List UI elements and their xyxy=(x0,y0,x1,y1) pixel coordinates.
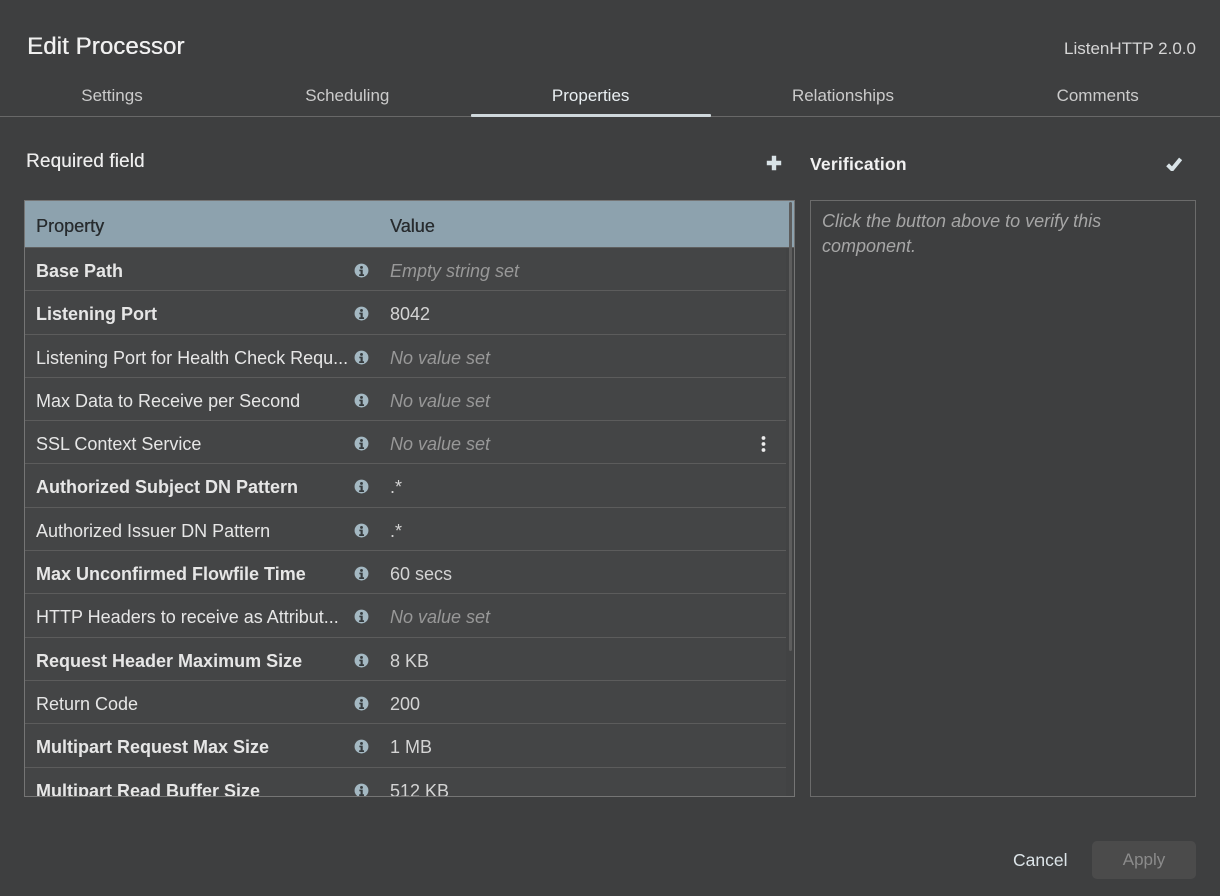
check-icon xyxy=(1166,157,1182,171)
property-name: Base Path xyxy=(36,250,354,293)
property-column-header[interactable]: Property xyxy=(36,203,104,250)
tab-comments[interactable]: Comments xyxy=(975,75,1220,116)
property-value[interactable]: No value set xyxy=(390,337,756,380)
property-name: Authorized Issuer DN Pattern xyxy=(36,510,354,553)
property-row: Authorized Subject DN Pattern .* xyxy=(25,464,786,507)
property-name: Multipart Request Max Size xyxy=(36,726,354,769)
property-value[interactable]: .* xyxy=(390,466,756,509)
info-icon[interactable] xyxy=(354,306,369,321)
info-icon[interactable] xyxy=(354,263,369,278)
property-row: Authorized Issuer DN Pattern .* xyxy=(25,508,786,551)
property-row: Listening Port for Health Check Requ... … xyxy=(25,335,786,378)
property-row: Max Data to Receive per Second No value … xyxy=(25,378,786,421)
property-row: Base Path Empty string set xyxy=(25,248,786,291)
property-name: Max Data to Receive per Second xyxy=(36,380,354,423)
property-table: Property Value Base Path Empty string se… xyxy=(24,200,795,797)
property-row: Multipart Read Buffer Size 512 KB xyxy=(25,768,786,797)
property-value[interactable]: 60 secs xyxy=(390,553,756,596)
property-row: HTTP Headers to receive as Attribut... N… xyxy=(25,594,786,637)
info-icon[interactable] xyxy=(354,609,369,624)
table-scrollbar-thumb[interactable] xyxy=(789,202,792,651)
processor-type-version: ListenHTTP 2.0.0 xyxy=(1064,39,1196,59)
verify-component-button[interactable] xyxy=(1166,157,1182,171)
property-value[interactable]: .* xyxy=(390,510,756,553)
dialog-title: Edit Processor xyxy=(27,33,184,61)
property-name: Listening Port xyxy=(36,293,354,336)
dialog-tabs: Settings Scheduling Properties Relations… xyxy=(0,75,1220,117)
property-row: Return Code 200 xyxy=(25,681,786,724)
tab-relationships-label: Relationships xyxy=(792,86,894,106)
property-value[interactable]: No value set xyxy=(390,380,756,423)
property-table-body: Base Path Empty string set Listening Por… xyxy=(25,248,786,796)
info-icon[interactable] xyxy=(354,523,369,538)
value-column-header[interactable]: Value xyxy=(390,203,435,250)
property-value[interactable]: 8 KB xyxy=(390,640,756,683)
verification-hint: Click the button above to verify this co… xyxy=(822,209,1162,258)
property-table-header: Property Value xyxy=(25,201,794,248)
info-icon[interactable] xyxy=(354,653,369,668)
tab-comments-label: Comments xyxy=(1057,86,1139,106)
info-icon[interactable] xyxy=(354,696,369,711)
property-name: Authorized Subject DN Pattern xyxy=(36,466,354,509)
property-name: SSL Context Service xyxy=(36,423,354,466)
property-value[interactable]: 1 MB xyxy=(390,726,756,769)
info-icon[interactable] xyxy=(354,393,369,408)
property-name: Max Unconfirmed Flowfile Time xyxy=(36,553,354,596)
property-row: SSL Context Service No value set xyxy=(25,421,786,464)
property-row: Max Unconfirmed Flowfile Time 60 secs xyxy=(25,551,786,594)
add-property-button[interactable] xyxy=(766,155,782,171)
info-icon[interactable] xyxy=(354,783,369,797)
property-value[interactable]: 200 xyxy=(390,683,756,726)
property-name: Return Code xyxy=(36,683,354,726)
tab-relationships[interactable]: Relationships xyxy=(711,75,976,116)
tab-settings[interactable]: Settings xyxy=(0,75,224,116)
tab-scheduling[interactable]: Scheduling xyxy=(224,75,471,116)
info-icon[interactable] xyxy=(354,479,369,494)
property-value[interactable]: No value set xyxy=(390,596,756,639)
tab-settings-label: Settings xyxy=(81,86,142,106)
property-name: Listening Port for Health Check Requ... xyxy=(36,337,354,380)
active-tab-indicator xyxy=(471,114,711,117)
tab-properties[interactable]: Properties xyxy=(471,75,711,116)
property-name: HTTP Headers to receive as Attribut... xyxy=(36,596,354,639)
verification-label: Verification xyxy=(810,154,907,175)
plus-icon xyxy=(766,155,782,171)
verification-result-box: Click the button above to verify this co… xyxy=(810,200,1196,797)
property-value[interactable]: 512 KB xyxy=(390,770,756,797)
info-icon[interactable] xyxy=(354,566,369,581)
tab-scheduling-label: Scheduling xyxy=(305,86,389,106)
property-value[interactable]: No value set xyxy=(390,423,756,466)
property-value[interactable]: Empty string set xyxy=(390,250,756,293)
property-name: Multipart Read Buffer Size xyxy=(36,770,354,797)
property-row: Listening Port 8042 xyxy=(25,291,786,334)
row-menu-button[interactable] xyxy=(758,436,768,452)
kebab-icon xyxy=(761,436,766,452)
apply-button[interactable]: Apply xyxy=(1092,841,1196,879)
property-name: Request Header Maximum Size xyxy=(36,640,354,683)
required-field-label: Required field xyxy=(26,151,145,173)
property-row: Request Header Maximum Size 8 KB xyxy=(25,638,786,681)
info-icon[interactable] xyxy=(354,739,369,754)
info-icon[interactable] xyxy=(354,350,369,365)
tab-properties-label: Properties xyxy=(552,86,629,106)
cancel-button[interactable]: Cancel xyxy=(1013,850,1067,871)
property-row: Multipart Request Max Size 1 MB xyxy=(25,724,786,767)
property-value[interactable]: 8042 xyxy=(390,293,756,336)
info-icon[interactable] xyxy=(354,436,369,451)
